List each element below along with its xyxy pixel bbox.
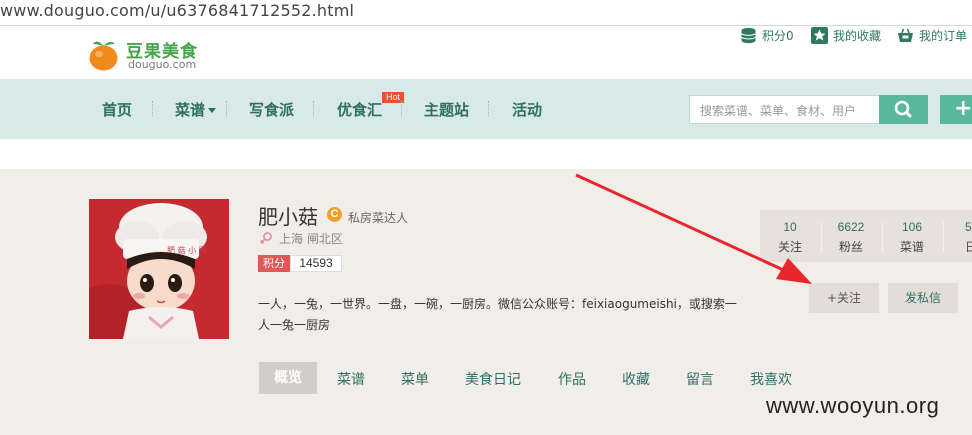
favorites-label: 我的收藏: [833, 29, 882, 43]
nav-divider: [226, 101, 227, 117]
user-bio: 一人，一兔，一世界。一盘，一碗，一厨房。微信公众账号：feixiaogumeis…: [258, 297, 737, 332]
level-badge: C: [327, 207, 342, 222]
browser-address-bar[interactable]: www.douguo.com/u/u6376841712552.html: [0, 0, 972, 26]
nav-home[interactable]: 首页: [102, 99, 132, 120]
orange-logo-icon: [89, 41, 118, 71]
stat-fans-label: 粉丝: [838, 240, 863, 254]
tab-likes[interactable]: 我喜欢: [750, 369, 792, 389]
stat-diary-value: 5: [965, 220, 972, 234]
stat-fans[interactable]: 6622 粉丝: [821, 220, 881, 255]
score-label: 积分: [258, 255, 290, 272]
nav-write[interactable]: 写食派: [249, 99, 294, 120]
tab-recipes[interactable]: 菜谱: [337, 369, 365, 389]
doll-avatar-image: 肥 菇 小 厨: [89, 199, 229, 339]
avatar[interactable]: 肥 菇 小 厨: [89, 199, 229, 339]
coins-icon: [741, 27, 756, 44]
nav-divider: [488, 101, 489, 117]
stat-following[interactable]: 10 关注: [760, 220, 820, 255]
female-icon: [259, 232, 272, 245]
star-icon: [811, 27, 828, 44]
stat-following-label: 关注: [777, 240, 802, 254]
points-link[interactable]: 积分0: [740, 27, 794, 47]
stat-recipes-value: 106: [901, 220, 923, 234]
spacer-strip: [0, 139, 972, 169]
orders-label: 我的订单: [919, 29, 968, 43]
nav-recipes-label: 菜谱: [175, 101, 206, 119]
username: 肥小菇: [258, 205, 318, 229]
site-header: 豆果美食 douguo.com 积分0 我的收藏 我的订单: [0, 27, 972, 79]
user-location: 上海 闸北区: [279, 232, 343, 246]
score-value: 14593: [290, 255, 342, 272]
url-text[interactable]: www.douguo.com/u/u6376841712552.html: [0, 1, 354, 20]
site-logo[interactable]: 豆果美食 douguo.com: [88, 36, 218, 72]
nav-recipes[interactable]: 菜谱: [175, 99, 217, 120]
stat-diary-label: 日: [965, 240, 972, 254]
tab-works[interactable]: 作品: [558, 369, 586, 389]
tab-favorites[interactable]: 收藏: [622, 369, 650, 389]
nav-divider: [152, 101, 153, 117]
basket-icon: [898, 28, 913, 42]
stats-panel: 10 关注 6622 粉丝 106 菜谱 5 日: [760, 210, 972, 262]
nav-youshihui[interactable]: 优食汇: [337, 99, 382, 120]
chevron-down-icon: [208, 108, 217, 113]
user-title: 私房菜达人: [348, 211, 409, 225]
tab-comments[interactable]: 留言: [686, 369, 714, 389]
nav-events[interactable]: 活动: [512, 99, 542, 120]
tab-menus[interactable]: 菜单: [401, 369, 429, 389]
logo-domain: douguo.com: [128, 58, 197, 71]
search-icon: [894, 100, 912, 118]
nav-divider: [313, 101, 314, 117]
follow-button[interactable]: +关注: [809, 283, 879, 313]
favorites-link[interactable]: 我的收藏: [811, 27, 881, 47]
points-label: 积分0: [762, 29, 794, 43]
orders-link[interactable]: 我的订单: [897, 27, 967, 47]
watermark: www.wooyun.org: [766, 393, 940, 418]
search-placeholder: 搜索菜谱、菜单、食材、用户: [700, 104, 857, 118]
message-button[interactable]: 发私信: [888, 283, 958, 313]
search-input[interactable]: 搜索菜谱、菜单、食材、用户: [689, 95, 880, 124]
stat-fans-value: 6622: [837, 220, 865, 234]
stat-recipes[interactable]: 106 菜谱: [882, 220, 942, 255]
nav-divider: [401, 101, 402, 117]
tab-diary[interactable]: 美食日记: [465, 369, 521, 389]
add-button[interactable]: +: [940, 95, 972, 124]
stat-following-value: 10: [783, 220, 797, 234]
stat-recipes-label: 菜谱: [899, 240, 924, 254]
tab-overview[interactable]: 概览: [259, 362, 317, 394]
nav-topics[interactable]: 主题站: [424, 99, 469, 120]
search-button[interactable]: [879, 95, 928, 124]
stat-diary[interactable]: 5 日: [943, 220, 972, 255]
